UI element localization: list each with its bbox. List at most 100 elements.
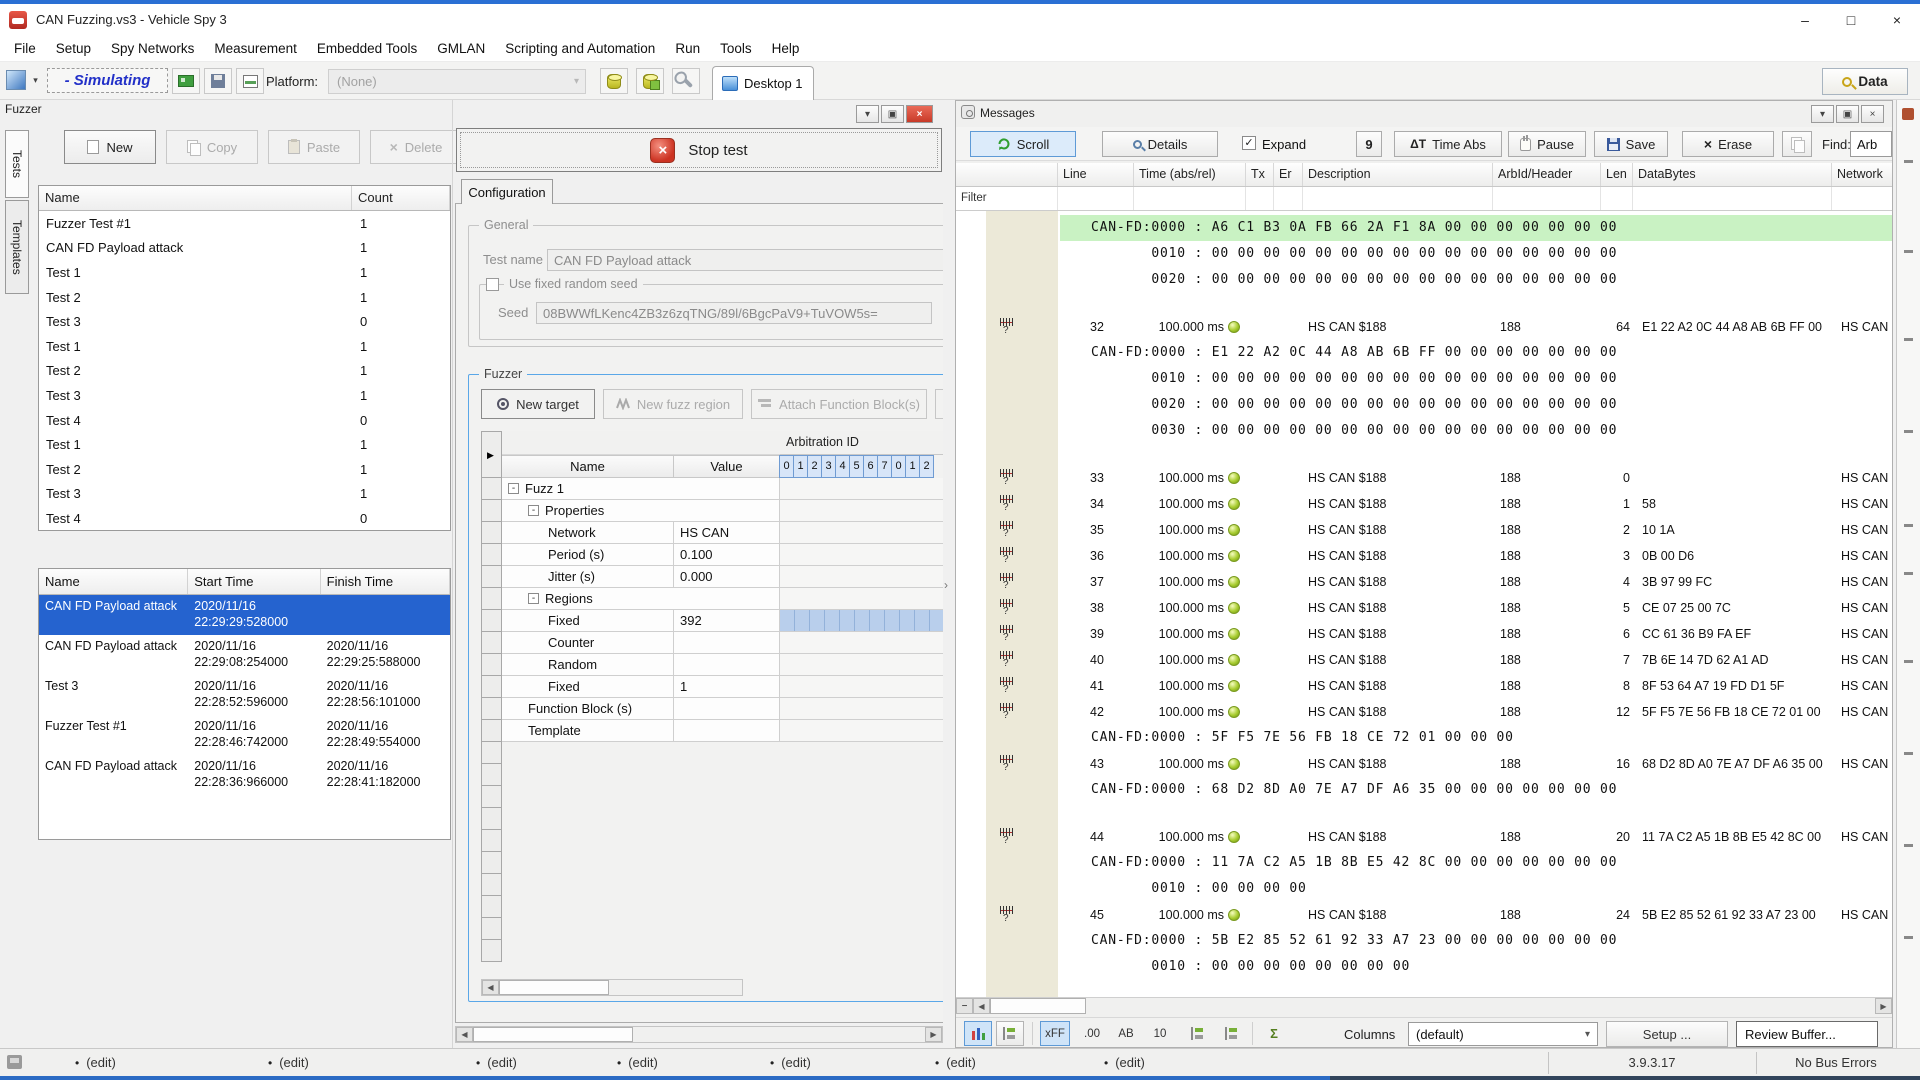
- sort-desc-button[interactable]: [1218, 1021, 1246, 1046]
- column-header-description[interactable]: Description: [1303, 163, 1493, 186]
- filter-cell[interactable]: [1246, 187, 1274, 210]
- message-row[interactable]: 42100.000 msHS CAN $188188125F F5 7E 56 …: [956, 699, 1892, 725]
- arb-bit-header-cell[interactable]: 6: [863, 455, 878, 478]
- details-button[interactable]: Details: [1102, 131, 1218, 157]
- table-row[interactable]: Test 21: [39, 359, 450, 384]
- collapse-icon[interactable]: [528, 593, 539, 604]
- menu-setup[interactable]: Setup: [46, 41, 101, 56]
- tree-value-cell[interactable]: [674, 698, 780, 720]
- hex-dump-row[interactable]: CAN-FD:0000 : E1 22 A2 0C 44 A8 AB 6B FF…: [956, 340, 1892, 366]
- filter-cell[interactable]: [1058, 187, 1134, 210]
- tree-value-cell[interactable]: HS CAN: [674, 522, 780, 544]
- table-row[interactable]: Fuzzer Test #12020/11/1622:28:46:7420002…: [39, 715, 450, 755]
- filter-cell[interactable]: [1832, 187, 1893, 210]
- table-row[interactable]: CAN FD Payload attack2020/11/1622:29:29:…: [39, 595, 450, 635]
- tree-horizontal-scrollbar[interactable]: ◀: [481, 979, 743, 996]
- tree-value-cell[interactable]: 0.000: [674, 566, 780, 588]
- arb-bit-header-cell[interactable]: 1: [793, 455, 808, 478]
- message-row[interactable]: 37100.000 msHS CAN $18818843B 97 99 FCHS…: [956, 569, 1892, 595]
- column-header-databytes[interactable]: DataBytes: [1633, 163, 1832, 186]
- tree-row[interactable]: Fixed1: [502, 676, 943, 698]
- column-header-arbid-header[interactable]: ArbId/Header: [1493, 163, 1601, 186]
- close-button[interactable]: ×: [1874, 4, 1920, 36]
- scrollbar-thumb[interactable]: [473, 1027, 633, 1042]
- database-add-button[interactable]: [636, 68, 664, 94]
- arb-bit-cell[interactable]: [795, 610, 810, 631]
- table-row[interactable]: CAN FD Payload attack1: [39, 236, 450, 261]
- network-view-button[interactable]: [996, 1021, 1024, 1046]
- column-header-time-abs-rel-[interactable]: Time (abs/rel): [1134, 163, 1246, 186]
- column-header-len[interactable]: Len: [1601, 163, 1633, 186]
- tree-value-cell[interactable]: [674, 654, 780, 676]
- table-row[interactable]: Test 31: [39, 482, 450, 507]
- row-marker-cell[interactable]: [481, 431, 502, 478]
- filter-cell[interactable]: [1633, 187, 1832, 210]
- row-marker-cell[interactable]: [481, 764, 502, 786]
- tree-row[interactable]: Random: [502, 654, 943, 676]
- scrollbar-track[interactable]: [1086, 998, 1875, 1014]
- tree-row[interactable]: Function Block (s): [502, 698, 943, 720]
- tree-row[interactable]: Jitter (s)0.000: [502, 566, 943, 588]
- row-marker-cell[interactable]: [481, 654, 502, 676]
- scrollbar-track[interactable]: [633, 1027, 925, 1042]
- tree-value-cell[interactable]: 0.100: [674, 544, 780, 566]
- message-row[interactable]: 36100.000 msHS CAN $18818830B 00 D6HS CA…: [956, 543, 1892, 569]
- message-row[interactable]: 43100.000 msHS CAN $1881881668 D2 8D A0 …: [956, 751, 1892, 777]
- copy-test-button[interactable]: Copy: [166, 130, 258, 164]
- row-marker-cell[interactable]: [481, 830, 502, 852]
- table-row[interactable]: Test 30: [39, 309, 450, 334]
- filter-cell[interactable]: [1274, 187, 1303, 210]
- hex-dump-row[interactable]: 0010 : 00 00 00 00 00 00 00 00: [956, 954, 1892, 980]
- table-row[interactable]: CAN FD Payload attack2020/11/1622:29:08:…: [39, 635, 450, 675]
- config-horizontal-scrollbar[interactable]: ◀ ▶: [455, 1026, 943, 1043]
- delete-test-button[interactable]: × Delete: [370, 130, 462, 164]
- row-marker-cell[interactable]: [481, 522, 502, 544]
- tree-row[interactable]: Regions: [502, 588, 943, 610]
- scroll-left-icon[interactable]: ◀: [973, 998, 990, 1014]
- menu-scripting-and-automation[interactable]: Scripting and Automation: [495, 41, 665, 56]
- message-row[interactable]: 33100.000 msHS CAN $1881880HS CAN: [956, 465, 1892, 491]
- row-marker-cell[interactable]: [481, 698, 502, 720]
- arb-bit-header-cell[interactable]: 2: [807, 455, 822, 478]
- hex-dump-row[interactable]: CAN-FD:0000 : 11 7A C2 A5 1B 8B E5 42 8C…: [956, 850, 1892, 876]
- menu-spy-networks[interactable]: Spy Networks: [101, 41, 204, 56]
- column-header-network[interactable]: Network: [1832, 163, 1893, 186]
- columns-select[interactable]: (default) ▾: [1408, 1022, 1598, 1046]
- hex-dump-row[interactable]: CAN-FD:0000 : 5F F5 7E 56 FB 18 CE 72 01…: [956, 725, 1892, 751]
- tree-value-cell[interactable]: 1: [674, 676, 780, 698]
- time-abs-button[interactable]: ΔT Time Abs: [1394, 131, 1502, 157]
- table-row[interactable]: Test 21: [39, 457, 450, 482]
- tab-desktop-1[interactable]: Desktop 1: [712, 66, 814, 100]
- message-row[interactable]: 39100.000 msHS CAN $1881886CC 61 36 B9 F…: [956, 621, 1892, 647]
- row-marker-cell[interactable]: [481, 742, 502, 764]
- paste-test-button[interactable]: Paste: [268, 130, 360, 164]
- collapse-icon[interactable]: [508, 483, 519, 494]
- attach-function-blocks-button[interactable]: Attach Function Block(s): [751, 389, 927, 419]
- config-collapse-button[interactable]: ▾: [856, 105, 879, 123]
- hex-dump-row[interactable]: CAN-FD:0000 : 5B E2 85 52 61 92 33 A7 23…: [956, 928, 1892, 954]
- tab-templates[interactable]: Templates: [5, 200, 29, 294]
- messages-horizontal-scrollbar[interactable]: − ◀ ▶: [956, 997, 1892, 1014]
- row-marker-cell[interactable]: [481, 808, 502, 830]
- row-marker-cell[interactable]: [481, 720, 502, 742]
- dock-icon[interactable]: [1902, 108, 1914, 120]
- message-row[interactable]: 38100.000 msHS CAN $1881885CE 07 25 00 7…: [956, 595, 1892, 621]
- arb-bit-cell[interactable]: [840, 610, 855, 631]
- table-row[interactable]: CAN FD Payload attack2020/11/1622:28:36:…: [39, 755, 450, 795]
- row-marker-cell[interactable]: [481, 940, 502, 962]
- tree-row[interactable]: NetworkHS CAN: [502, 522, 943, 544]
- menu-run[interactable]: Run: [665, 41, 710, 56]
- filter-cell[interactable]: [1601, 187, 1633, 210]
- tree-row[interactable]: Fuzz 1: [502, 478, 943, 500]
- hex-dump-row[interactable]: CAN-FD:0000 : A6 C1 B3 0A FB 66 2A F1 8A…: [956, 215, 1892, 241]
- tab-configuration[interactable]: Configuration: [461, 179, 553, 204]
- message-row[interactable]: 32100.000 msHS CAN $18818864E1 22 A2 0C …: [956, 314, 1892, 340]
- expand-checkbox[interactable]: [1242, 136, 1256, 150]
- ascii-format-button[interactable]: AB: [1112, 1021, 1140, 1046]
- message-row[interactable]: 41100.000 msHS CAN $18818888F 53 64 A7 1…: [956, 673, 1892, 699]
- tree-row[interactable]: Properties: [502, 500, 943, 522]
- scrollbar-thumb[interactable]: [990, 998, 1086, 1014]
- scroll-right-icon[interactable]: ▶: [925, 1027, 942, 1042]
- arb-bit-cell[interactable]: [885, 610, 900, 631]
- message-row[interactable]: 34100.000 msHS CAN $188188158HS CAN: [956, 491, 1892, 517]
